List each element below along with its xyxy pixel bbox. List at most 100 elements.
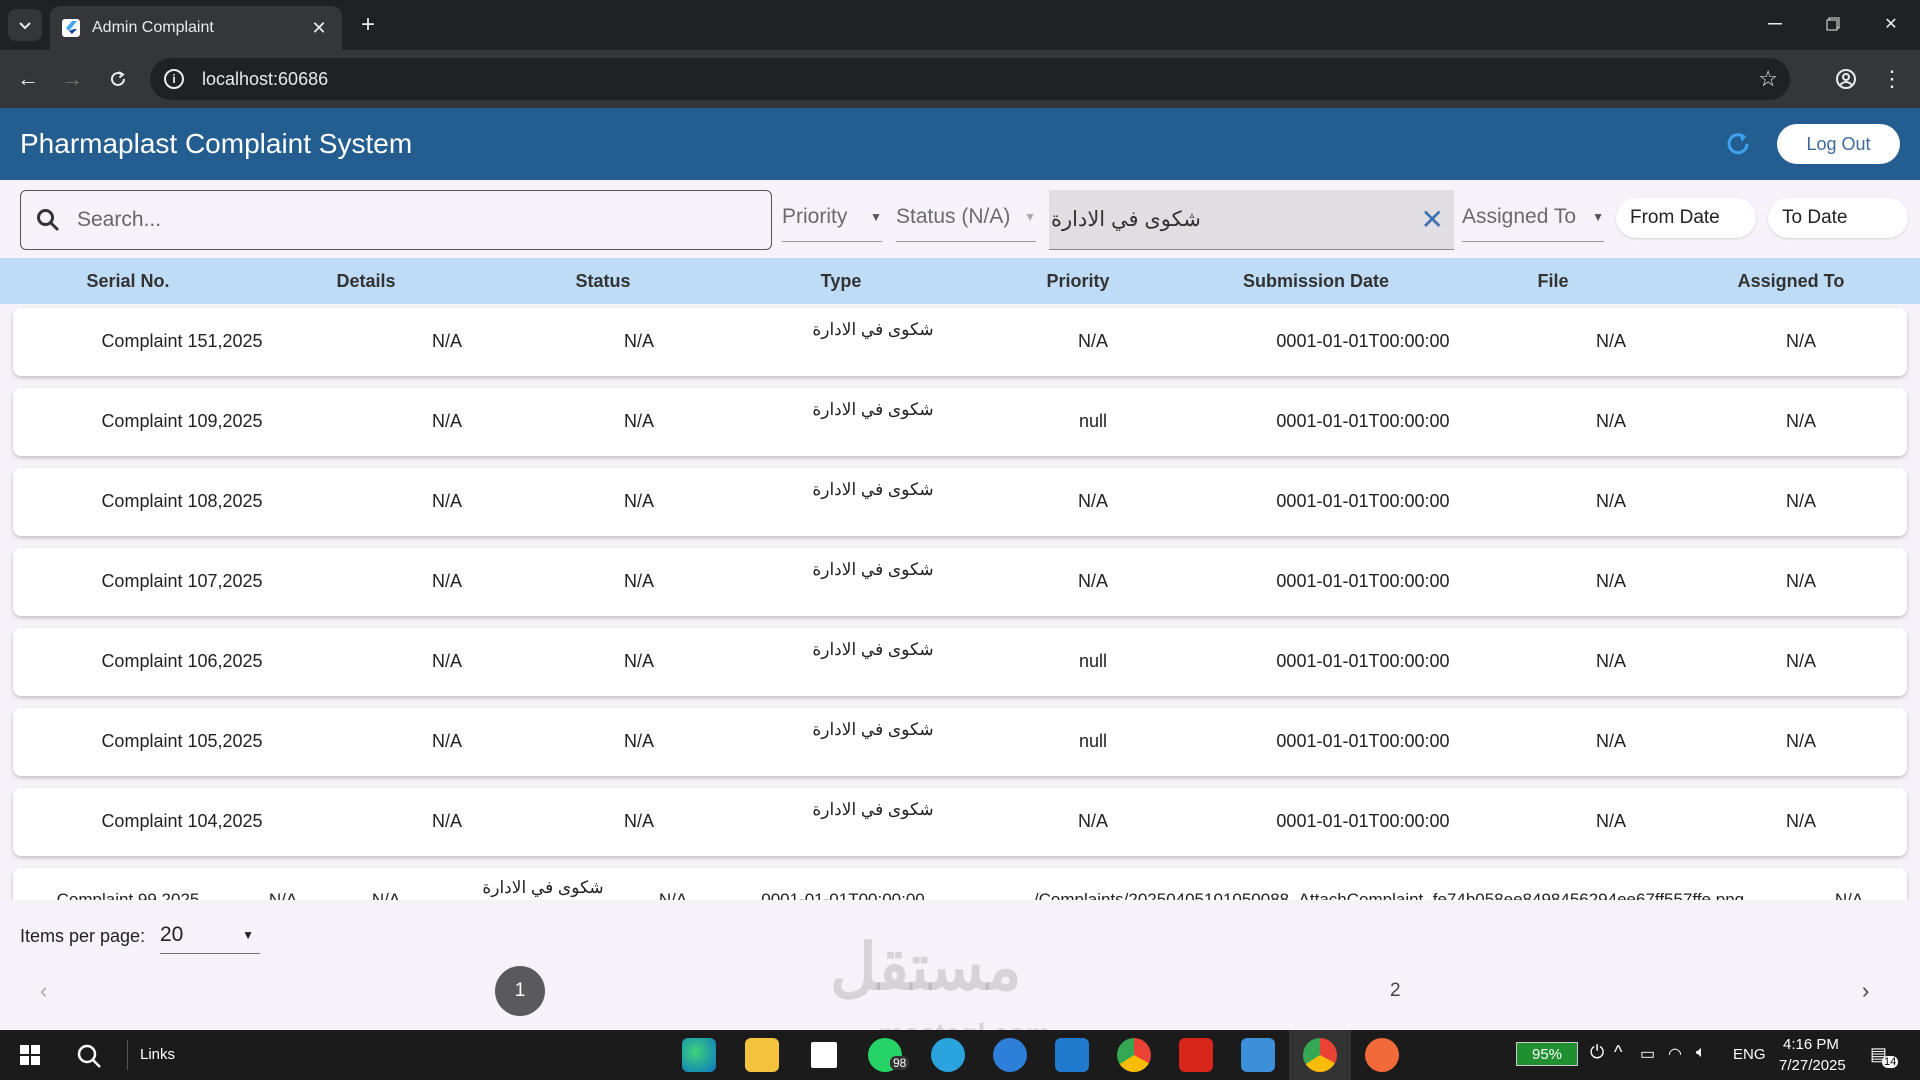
cell-status: N/A: [623, 571, 654, 591]
page-button-current[interactable]: 1: [495, 966, 545, 1016]
cell-status: N/A: [371, 890, 401, 900]
assigned-to-dropdown[interactable]: Assigned To ▼: [1462, 192, 1604, 242]
address-bar[interactable]: i localhost:60686 ☆: [150, 58, 1790, 100]
clear-icon[interactable]: ✕: [1421, 203, 1444, 236]
table-row[interactable]: Complaint 105,2025 N/A N/A شكوى في الادا…: [13, 708, 1907, 776]
chevron-left-icon[interactable]: ‹: [40, 978, 47, 1004]
edge-icon[interactable]: [682, 1038, 716, 1072]
acrobat-icon[interactable]: [1179, 1038, 1213, 1072]
column-header-details: Details: [336, 271, 396, 291]
tab-close-icon[interactable]: ✕: [308, 18, 330, 39]
close-window-icon[interactable]: ✕: [1868, 8, 1914, 40]
priority-dropdown-label: Priority: [782, 204, 848, 228]
priority-dropdown[interactable]: Priority ▼: [782, 192, 882, 242]
battery-indicator[interactable]: 95%: [1516, 1042, 1578, 1066]
cell-details: N/A: [431, 411, 462, 431]
chrome-icon[interactable]: [1117, 1038, 1151, 1072]
windows-start-icon[interactable]: [20, 1045, 40, 1065]
cell-details: N/A: [431, 331, 462, 351]
assigned-dropdown-label: Assigned To: [1462, 204, 1577, 228]
refresh-icon[interactable]: [1722, 128, 1754, 160]
cell-priority: N/A: [1077, 571, 1108, 591]
minimize-icon[interactable]: [1752, 8, 1798, 40]
reload-icon[interactable]: [102, 63, 134, 95]
table-row[interactable]: Complaint 151,2025 N/A N/A شكوى في الادا…: [13, 308, 1907, 376]
clock-date[interactable]: 7/27/2025: [1779, 1057, 1846, 1074]
to-date-button[interactable]: To Date: [1768, 198, 1908, 238]
profile-icon[interactable]: [1830, 63, 1862, 95]
table-row[interactable]: Complaint 108,2025 N/A N/A شكوى في الادا…: [13, 468, 1907, 536]
cell-type: شكوى في الادارة: [812, 560, 934, 579]
bookmark-star-icon[interactable]: ☆: [1758, 66, 1778, 92]
table-header: Serial No. Details Status Type Priority …: [0, 258, 1920, 304]
pagination-footer: مستقل mostaql.com Items per page: 20 ▼ ‹…: [0, 900, 1920, 1049]
type-filter-field[interactable]: شكوى في الادارة ✕: [1049, 190, 1454, 250]
cell-file: N/A: [1595, 651, 1626, 671]
cell-serial: Complaint 104,2025: [101, 811, 263, 831]
cell-assigned-to: N/A: [1785, 811, 1816, 831]
display-icon[interactable]: ▭: [1640, 1044, 1655, 1064]
vscode-icon[interactable]: [1055, 1038, 1089, 1072]
cell-assigned-to: N/A: [1785, 651, 1816, 671]
back-arrow-icon[interactable]: ←: [12, 63, 44, 95]
photos-icon[interactable]: [1241, 1038, 1275, 1072]
file-explorer-icon[interactable]: [745, 1038, 779, 1072]
cell-serial: Complaint 109,2025: [101, 411, 263, 431]
table-row[interactable]: Complaint 106,2025 N/A N/A شكوى في الادا…: [13, 628, 1907, 696]
chrome-icon[interactable]: [1303, 1038, 1337, 1072]
column-header-priority: Priority: [1046, 271, 1110, 291]
table-row[interactable]: Complaint 107,2025 N/A N/A شكوى في الادا…: [13, 548, 1907, 616]
table-row[interactable]: Complaint 104,2025 N/A N/A شكوى في الادا…: [13, 788, 1907, 856]
notification-count: 14: [1882, 1056, 1899, 1068]
cell-submission-date: 0001-01-01T00:00:00: [1276, 651, 1450, 671]
search-icon[interactable]: [76, 1043, 102, 1069]
cell-file: N/A: [1595, 731, 1626, 751]
app-bar: Pharmaplast Complaint System Log Out: [0, 108, 1920, 180]
table-row[interactable]: Complaint 99,2025 N/A N/A شكوى في الادار…: [13, 868, 1907, 900]
cell-priority: null: [1078, 731, 1108, 751]
items-per-page-select[interactable]: 20 ▼: [160, 916, 260, 954]
cell-assigned-to: N/A: [1785, 331, 1816, 351]
forward-arrow-icon[interactable]: →: [56, 63, 88, 95]
postman-icon[interactable]: [1365, 1038, 1399, 1072]
volume-icon[interactable]: 🔈︎: [1696, 1044, 1706, 1062]
column-header-serial: Serial No.: [86, 271, 170, 291]
status-dropdown[interactable]: Status (N/A) ▼: [896, 192, 1036, 242]
cell-serial: Complaint 108,2025: [101, 491, 263, 511]
caret-down-icon: ▼: [1592, 209, 1604, 224]
column-header-status: Status: [575, 271, 631, 291]
browser-tab[interactable]: Admin Complaint ✕: [50, 6, 342, 50]
cell-assigned-to: N/A: [1785, 491, 1816, 511]
caret-down-icon: ▼: [1024, 209, 1036, 224]
new-tab-button[interactable]: +: [353, 10, 383, 40]
table-row[interactable]: Complaint 109,2025 N/A N/A شكوى في الادا…: [13, 388, 1907, 456]
clock-time[interactable]: 4:16 PM: [1783, 1036, 1839, 1053]
url-text: localhost:60686: [202, 68, 329, 89]
chevron-up-icon[interactable]: ^: [1614, 1042, 1622, 1063]
browser-tab-bar: Admin Complaint ✕ + ✕: [0, 0, 1920, 50]
search-input[interactable]: [77, 208, 717, 232]
from-date-button[interactable]: From Date: [1616, 198, 1756, 238]
page-button[interactable]: 2: [1390, 980, 1401, 1002]
logout-button[interactable]: Log Out: [1777, 124, 1900, 164]
tab-search-button[interactable]: [8, 9, 42, 41]
telegram-icon[interactable]: [931, 1038, 965, 1072]
links-toolbar-label[interactable]: Links: [140, 1046, 175, 1063]
app-store-icon[interactable]: [993, 1038, 1027, 1072]
cell-type: شكوى في الادارة: [812, 800, 934, 819]
site-info-icon[interactable]: i: [164, 69, 184, 89]
filter-bar: Priority ▼ Status (N/A) ▼ شكوى في الادار…: [0, 180, 1920, 258]
cell-submission-date: 0001-01-01T00:00:00: [1276, 571, 1450, 591]
cell-file[interactable]: /Complaints/20250405101050088_AttachComp…: [999, 890, 1779, 900]
cell-file: N/A: [1595, 571, 1626, 591]
restore-icon[interactable]: [1810, 8, 1856, 40]
caret-down-icon: ▼: [242, 927, 254, 942]
microsoft-store-icon[interactable]: [807, 1038, 841, 1072]
wifi-icon[interactable]: ◠: [1668, 1044, 1682, 1064]
chevron-right-icon[interactable]: ›: [1862, 978, 1869, 1004]
cell-priority: N/A: [1077, 331, 1108, 351]
browser-menu-icon[interactable]: ⋮: [1876, 63, 1908, 95]
search-field[interactable]: [20, 190, 772, 250]
language-indicator[interactable]: ENG: [1733, 1046, 1766, 1063]
os-taskbar: Links 98 95% ⏻ ^ ▭ ◠ 🔈︎ ENG 4:16 PM 7/27…: [0, 1030, 1920, 1080]
